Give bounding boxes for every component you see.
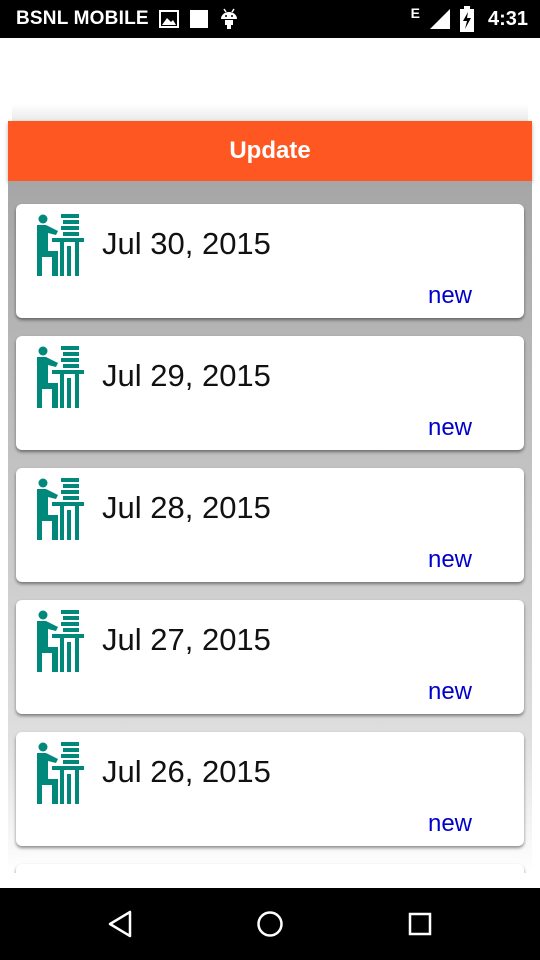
- update-date: Jul 30, 2015: [102, 226, 271, 261]
- update-date: Jul 26, 2015: [102, 754, 271, 789]
- update-card[interactable]: Jul 30, 2015 new: [16, 204, 524, 318]
- home-icon[interactable]: [250, 904, 290, 944]
- update-card[interactable]: Jul 27, 2015 new: [16, 600, 524, 714]
- update-date: Jul 29, 2015: [102, 358, 271, 393]
- teacher-desk-icon: [32, 478, 84, 540]
- battery-charging-icon: [459, 6, 474, 32]
- square-icon: [189, 9, 209, 29]
- clock: 4:31: [487, 7, 528, 30]
- teacher-desk-icon: [32, 742, 84, 804]
- image-icon: [158, 10, 179, 28]
- android-icon: [219, 8, 239, 30]
- new-badge: new: [427, 810, 472, 837]
- recents-icon[interactable]: [400, 904, 440, 944]
- signal-icon: [428, 7, 452, 31]
- carrier-name: BSNL MOBILE: [16, 8, 149, 29]
- update-list[interactable]: Jul 30, 2015 new Jul 29, 2015 new Jul 28…: [8, 181, 532, 873]
- page-title: Update: [229, 137, 311, 164]
- teacher-desk-icon: [32, 346, 84, 408]
- teacher-desk-icon: [32, 610, 84, 672]
- back-icon[interactable]: [100, 904, 140, 944]
- update-card[interactable]: Jul 29, 2015 new: [16, 336, 524, 450]
- new-badge: new: [427, 414, 472, 441]
- update-card[interactable]: Jul 28, 2015 new: [16, 468, 524, 582]
- app-header: Update: [8, 121, 532, 181]
- teacher-desk-icon: [32, 214, 84, 276]
- status-bar: BSNL MOBILE E 4:31: [0, 0, 540, 38]
- new-badge: new: [427, 546, 472, 573]
- network-type: E: [410, 5, 420, 21]
- update-card-partial[interactable]: [16, 864, 524, 873]
- new-badge: new: [427, 282, 472, 309]
- new-badge: new: [427, 678, 472, 705]
- update-card[interactable]: Jul 26, 2015 new: [16, 732, 524, 846]
- update-date: Jul 27, 2015: [102, 622, 271, 657]
- update-date: Jul 28, 2015: [102, 490, 271, 525]
- navigation-bar: [0, 888, 540, 960]
